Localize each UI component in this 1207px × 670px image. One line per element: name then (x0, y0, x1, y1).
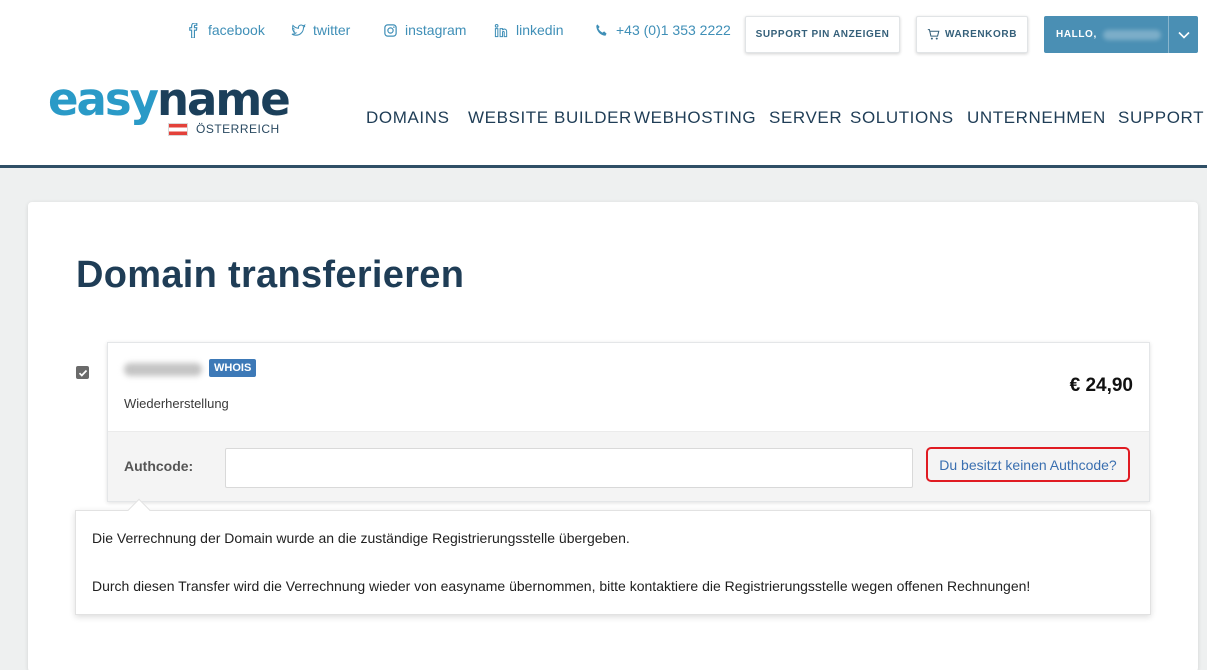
nav-solutions[interactable]: SOLUTIONS (850, 108, 954, 128)
cart-button[interactable]: WARENKORB (916, 16, 1028, 53)
support-pin-label: SUPPORT PIN ANZEIGEN (755, 29, 890, 40)
nav-domains[interactable]: DOMAINS (366, 108, 450, 128)
phone-number: +43 (0)1 353 2222 (616, 22, 731, 38)
domain-status: Wiederherstellung (124, 396, 229, 411)
user-greeting: HALLO, (1056, 29, 1097, 40)
austria-flag-icon (168, 122, 188, 136)
facebook-icon (189, 22, 198, 38)
linkedin-label: linkedin (516, 22, 564, 38)
linkedin-icon (494, 23, 508, 37)
nav-unternehmen[interactable]: UNTERNEHMEN (967, 108, 1106, 128)
country-label: ÖSTERREICH (196, 122, 280, 136)
user-menu-toggle[interactable] (1168, 16, 1198, 53)
user-name-redacted (1102, 29, 1161, 40)
nav-support[interactable]: SUPPORT (1118, 108, 1204, 128)
tooltip-line-1: Die Verrechnung der Domain wurde an die … (92, 530, 630, 546)
twitter-link[interactable]: twitter (291, 22, 350, 38)
content-card: Domain transferieren WHOIS Wiederherstel… (28, 202, 1198, 670)
domain-transfer-item: WHOIS Wiederherstellung € 24,90 Authcode… (107, 342, 1150, 502)
facebook-label: facebook (208, 22, 265, 38)
cart-label: WARENKORB (944, 29, 1018, 40)
no-authcode-link[interactable]: Du besitzt keinen Authcode? (926, 447, 1130, 482)
facebook-link[interactable]: facebook (186, 22, 265, 38)
support-pin-button[interactable]: SUPPORT PIN ANZEIGEN (745, 16, 900, 53)
chevron-down-icon (1177, 31, 1190, 39)
easyname-logo[interactable]: easyname (48, 73, 291, 126)
nav-server[interactable]: SERVER (769, 108, 842, 128)
nav-webhosting[interactable]: WEBHOSTING (634, 108, 756, 128)
authcode-input[interactable] (225, 448, 913, 488)
domain-select-checkbox[interactable] (76, 366, 89, 379)
authcode-row: Authcode: Du besitzt keinen Authcode? (108, 431, 1149, 501)
country-selector[interactable]: ÖSTERREICH (168, 122, 280, 136)
billing-info-tooltip: Die Verrechnung der Domain wurde an die … (75, 498, 1151, 615)
domain-name-redacted (124, 363, 202, 376)
tooltip-line-2: Durch diesen Transfer wird die Verrechnu… (92, 578, 1031, 594)
checkmark-icon (78, 369, 87, 377)
phone-link[interactable]: +43 (0)1 353 2222 (594, 22, 731, 38)
instagram-label: instagram (405, 22, 467, 38)
authcode-label: Authcode: (124, 458, 194, 474)
instagram-link[interactable]: instagram (383, 22, 466, 38)
instagram-icon (384, 23, 397, 37)
whois-badge[interactable]: WHOIS (209, 359, 257, 377)
user-menu-button[interactable]: HALLO, (1044, 16, 1198, 53)
twitter-label: twitter (313, 22, 351, 38)
domain-price: € 24,90 (1069, 375, 1133, 396)
page-title: Domain transferieren (76, 254, 465, 296)
twitter-icon (291, 23, 306, 36)
logo-part-easy: easy (48, 73, 159, 126)
linkedin-link[interactable]: linkedin (494, 22, 563, 38)
site-header: facebook twitter instagram linkedin +43 … (0, 0, 1207, 168)
tooltip-arrow (127, 498, 151, 522)
cart-icon (927, 29, 940, 40)
phone-icon (596, 23, 607, 36)
nav-website-builder[interactable]: WEBSITE BUILDER (468, 108, 632, 128)
logo-part-name: name (157, 73, 291, 126)
